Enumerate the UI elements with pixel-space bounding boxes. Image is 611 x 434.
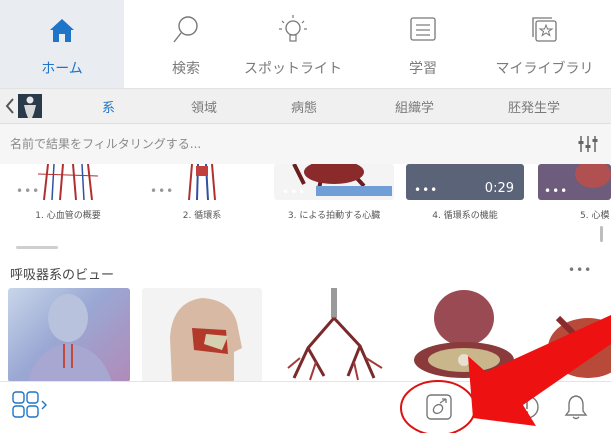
tab-home[interactable]: ホーム [0,0,124,88]
unlink-icon[interactable] [426,394,452,420]
tab-learning-label: 学習 [409,61,437,77]
chevron-left-icon [5,98,14,114]
filter-sliders-icon[interactable] [577,133,599,155]
subtab-histology[interactable]: 組織学 [395,97,434,116]
bronchial-tree-image [287,288,383,381]
more-dots[interactable]: ••• [414,183,438,197]
thumbnail-respiratory-head[interactable] [142,288,262,382]
settings-icon[interactable] [476,394,502,420]
thumbnail-circulatory-function[interactable]: ••• 0:29 [406,164,524,200]
chest-section-image [548,315,611,378]
spotlight-icon [279,15,307,42]
sub-navigation: 系 領域 病態 組織学 胚発生学 [0,89,611,124]
thumbnail-caption: 3. による拍動する心臓 [287,211,381,221]
thumbnail-cardio-overview[interactable]: ••• [8,164,128,200]
bottom-toolbar [0,381,611,434]
thumbnail-circulatory-system[interactable]: ••• [142,164,262,200]
thumbnail-beating-heart[interactable]: ••• [274,164,394,200]
filter-bar [0,124,611,164]
more-dots[interactable]: ••• [282,185,306,199]
head-section-image [170,298,242,382]
my-library-icon [531,17,557,42]
thumbnail-heart-model[interactable]: ••• [538,164,611,200]
thumbnail-bronchial-tree[interactable] [274,288,394,382]
thumbnail-respiratory-body[interactable] [8,288,130,382]
thumbnail-caption: 5. 心模 [580,211,610,221]
top-navigation: ホーム 検索 スポットライト 学習 マイライブラリ [0,0,611,89]
learning-icon [410,17,436,41]
search-icon [173,16,198,43]
thumbnail-caption: 4. 循環系の機能 [432,211,498,221]
more-dots[interactable]: ••• [150,184,174,198]
tab-spotlight-label: スポットライト [244,61,342,77]
thumbnail-lung-section[interactable] [406,288,524,382]
thumbnail-caption: 1. 心血管の概要 [35,211,101,221]
more-dots[interactable]: ••• [544,184,568,198]
grid-menu-icon[interactable] [12,391,48,421]
section-title: 呼吸器系のビュー [10,268,115,283]
home-icon [50,19,74,42]
more-dots[interactable]: ••• [16,184,40,198]
subtab-conditions[interactable]: 病態 [291,97,317,116]
body-figure-icon [18,94,42,118]
subtab-regions[interactable]: 領域 [191,97,217,116]
subtab-embryology[interactable]: 胚発生学 [508,97,560,116]
tab-home-label: ホーム [41,61,83,77]
thumbnail-chest-section[interactable] [538,288,611,382]
tab-spotlight[interactable]: スポットライト [218,0,368,88]
thumbnail-caption: 2. 循環系 [182,211,222,221]
lung-section-image [414,290,514,378]
bell-icon[interactable] [563,393,589,421]
respiratory-body-image [28,294,112,382]
alert-icon[interactable] [514,394,540,420]
scroll-indicator [16,246,58,249]
back-to-anatomy-button[interactable] [4,94,48,118]
vertical-scrollbar[interactable] [600,226,603,242]
tab-learning[interactable]: 学習 [368,0,478,88]
tab-my-library[interactable]: マイライブラリ [478,0,611,88]
tab-my-library-label: マイライブラリ [495,61,594,77]
section-more-button[interactable]: ••• [568,263,592,277]
subtab-systems[interactable]: 系 [102,97,115,116]
filter-input[interactable] [10,133,550,155]
video-duration: 0:29 [484,181,514,196]
